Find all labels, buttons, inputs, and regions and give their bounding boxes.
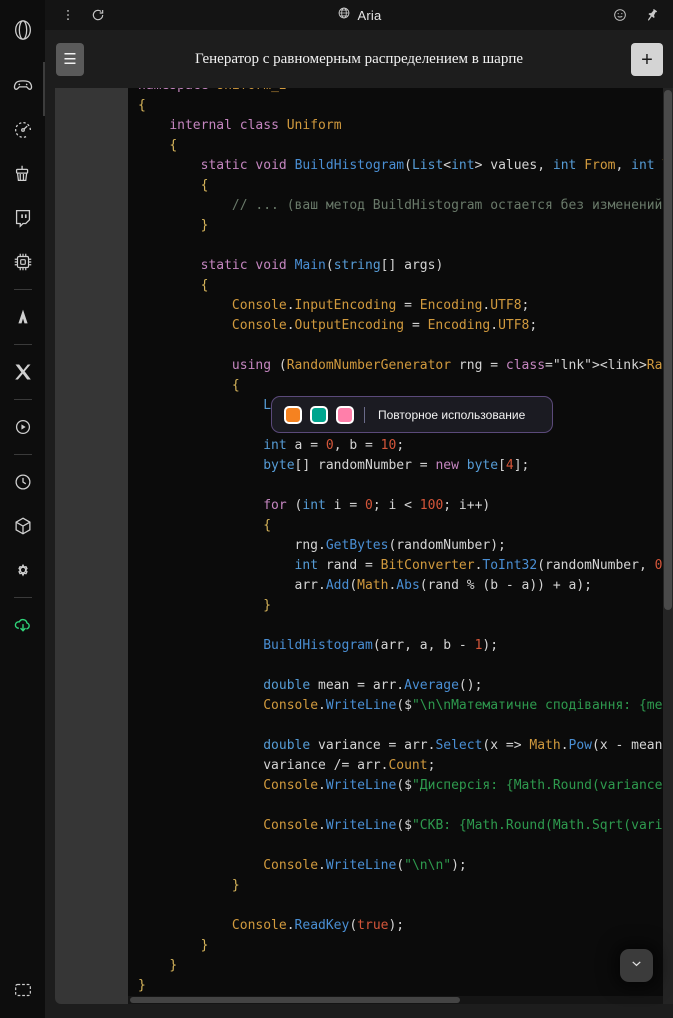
cleaner-broom-icon[interactable]: [0, 152, 45, 196]
reuse-popup[interactable]: Повторное использование: [271, 396, 553, 433]
code-horizontal-scrollbar[interactable]: [128, 996, 673, 1004]
download-cloud-icon[interactable]: [0, 603, 45, 647]
x-twitter-icon[interactable]: [0, 350, 45, 394]
vertical-dots-icon[interactable]: [55, 3, 81, 27]
history-clock-icon[interactable]: [0, 460, 45, 504]
panel-title-group: Aria: [45, 0, 673, 30]
code-block[interactable]: namespace Uniform_2 { internal class Uni…: [128, 88, 673, 1004]
swatch-teal[interactable]: [310, 405, 328, 424]
top-left-tools: [45, 3, 111, 27]
sidebar-separator: [13, 454, 32, 455]
browser-window: Aria ☰ Генератор с равномерным распредел…: [0, 0, 673, 1018]
top-right-tools: [607, 0, 665, 30]
scroll-to-bottom-button[interactable]: [620, 949, 653, 982]
player-icon[interactable]: [0, 405, 45, 449]
swatch-pink[interactable]: [336, 405, 354, 424]
reload-icon[interactable]: [85, 3, 111, 27]
chat-area: namespace Uniform_2 { internal class Uni…: [45, 88, 673, 1018]
sidebar-separator: [13, 399, 32, 400]
panel-title: Aria: [357, 7, 382, 23]
assistant-message-bubble: namespace Uniform_2 { internal class Uni…: [55, 88, 673, 1004]
package-cube-icon[interactable]: [0, 504, 45, 548]
sidebar-separator: [13, 344, 32, 345]
swatch-orange[interactable]: [284, 405, 302, 424]
customize-sidebar-icon[interactable]: [0, 968, 45, 1012]
sidebar-separator: [13, 597, 32, 598]
smiley-icon[interactable]: [607, 3, 633, 27]
chevron-down-icon: [629, 956, 644, 976]
gear-icon[interactable]: [0, 548, 45, 592]
globe-icon: [337, 6, 351, 25]
code-text: namespace Uniform_2 { internal class Uni…: [138, 88, 673, 993]
speed-gauge-icon[interactable]: [0, 108, 45, 152]
sidebar-bottom-group: [0, 968, 45, 1012]
popup-label: Повторное использование: [378, 407, 526, 422]
aria-icon[interactable]: [0, 295, 45, 339]
opera-logo-icon[interactable]: [0, 8, 45, 52]
page-header: ☰ Генератор с равномерным распределением…: [45, 30, 673, 88]
browser-top-strip: Aria: [45, 0, 673, 30]
sidebar-separator: [13, 289, 32, 290]
gaming-controller-icon[interactable]: [0, 64, 45, 108]
code-vertical-scroll-thumb[interactable]: [664, 90, 672, 610]
cpu-chip-icon[interactable]: [0, 240, 45, 284]
pin-icon[interactable]: [639, 3, 665, 27]
opera-sidebar: [0, 0, 45, 1018]
popup-divider: [364, 406, 365, 423]
code-vertical-scrollbar[interactable]: [663, 88, 673, 1004]
code-scroll-container: namespace Uniform_2 { internal class Uni…: [128, 88, 673, 996]
page-title: Генератор с равномерным распределением в…: [194, 50, 524, 67]
twitch-icon[interactable]: [0, 196, 45, 240]
code-horizontal-scroll-thumb[interactable]: [130, 997, 460, 1003]
new-chat-button[interactable]: +: [631, 43, 663, 76]
